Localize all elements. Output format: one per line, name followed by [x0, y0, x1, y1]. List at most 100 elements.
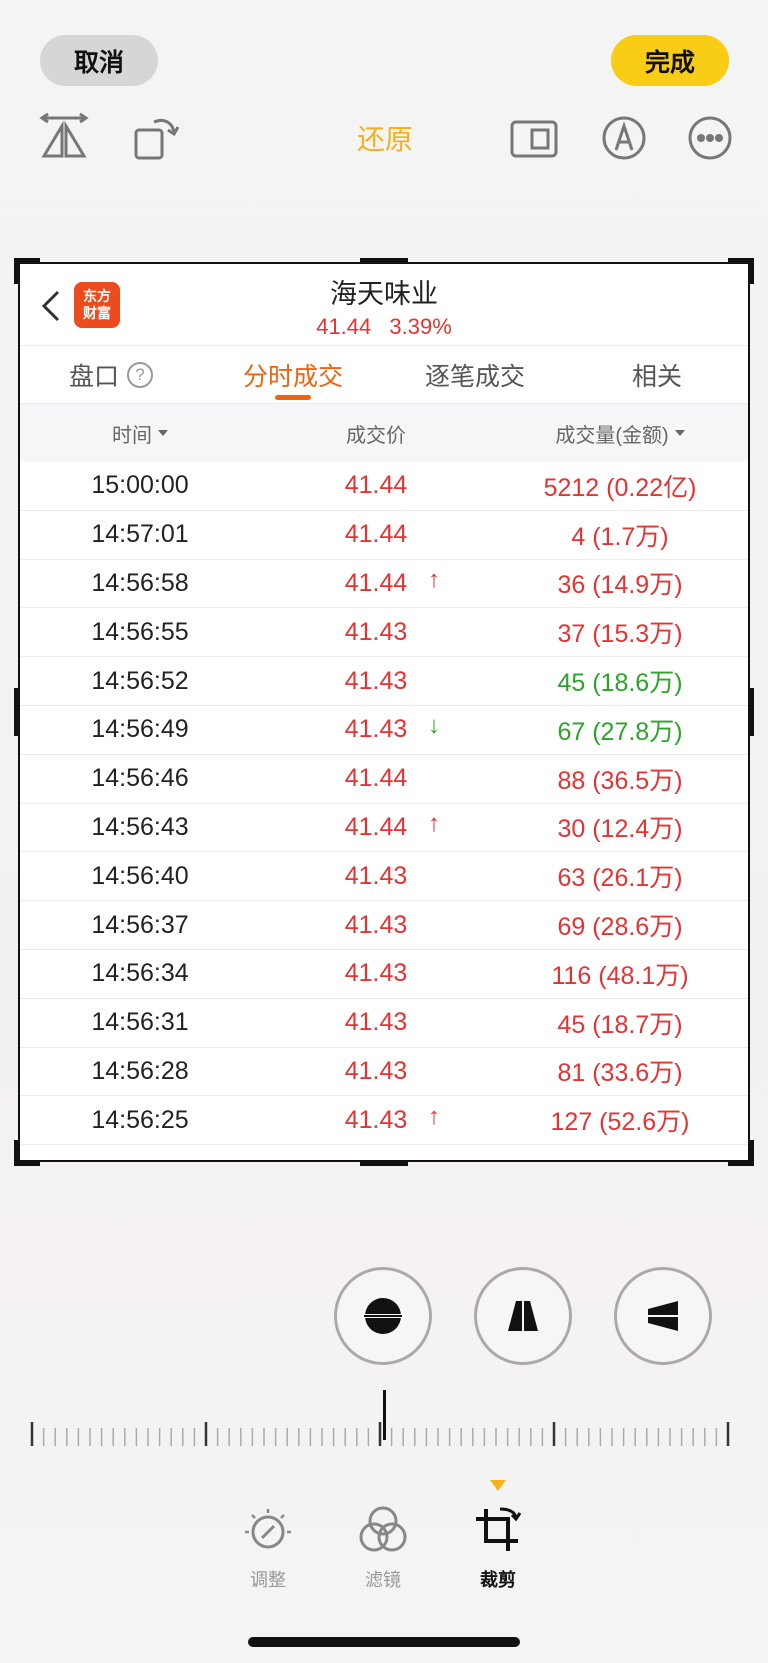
mode-filters[interactable]: 滤镜 [343, 1505, 423, 1592]
stock-price: 41.44 [316, 314, 372, 339]
trade-price: 41.43 [260, 1057, 492, 1086]
stock-name: 海天味业 [330, 279, 438, 309]
trade-time: 14:56:37 [91, 910, 189, 939]
trade-price: 41.44 ↑ [260, 566, 492, 598]
crop-rotate-icon [476, 1507, 522, 1551]
crop-handle-right[interactable] [748, 688, 754, 736]
trade-time: 14:56:52 [91, 666, 189, 695]
trade-volume: 5212 (0.22亿) [543, 473, 697, 502]
trade-price: 41.43 [260, 862, 492, 891]
mode-label: 裁剪 [480, 1570, 516, 1590]
trade-time: 14:56:31 [91, 1008, 189, 1037]
price-value: 41.43 [344, 617, 408, 646]
trade-price: 41.43 [260, 1008, 492, 1037]
price-value: 41.43 [344, 1008, 408, 1037]
more-options-icon[interactable] [684, 112, 736, 164]
flip-horizontal-icon[interactable] [38, 112, 90, 164]
header-volume[interactable]: 成交量(金额) [492, 419, 748, 448]
adjust-dial-icon [245, 1509, 291, 1549]
price-value: 41.43 [344, 666, 408, 695]
trade-time: 14:56:25 [91, 1105, 189, 1134]
tab-label: 逐笔成交 [424, 362, 525, 391]
table-row: 14:56:49 41.43 ↓ 67 (27.8万) [20, 706, 748, 755]
trade-volume: 30 (12.4万) [557, 815, 683, 844]
sort-caret-icon [674, 430, 685, 436]
crop-frame[interactable]: 东方 财富 海天味业 41.44 3.39% 盘口 ? 分时成交 逐笔成交 相关… [18, 262, 750, 1162]
tab-related[interactable]: 相关 [566, 346, 748, 403]
trade-price: 41.43 [260, 667, 492, 696]
table-row: 14:56:43 41.44 ↑ 30 (12.4万) [20, 804, 748, 853]
crop-handle-bottom-left[interactable] [14, 1140, 40, 1166]
price-value: 41.44 [344, 520, 408, 549]
header-time[interactable]: 时间 [20, 419, 260, 448]
horizontal-perspective-button[interactable] [614, 1267, 712, 1365]
tab-tick-trades[interactable]: 逐笔成交 [384, 346, 566, 403]
crop-handle-top-left[interactable] [14, 258, 40, 284]
crop-handle-top-right[interactable] [728, 258, 754, 284]
crop-handle-bottom-right[interactable] [728, 1140, 754, 1166]
home-indicator[interactable] [248, 1637, 520, 1647]
tab-label: 分时成交 [242, 362, 343, 391]
trade-volume: 45 (18.7万) [557, 1010, 683, 1039]
table-row: 14:56:52 41.43 45 (18.6万) [20, 657, 748, 706]
active-mode-marker [490, 1480, 506, 1491]
vertical-perspective-icon [508, 1295, 538, 1337]
straighten-icon [360, 1298, 406, 1334]
trade-volume: 36 (14.9万) [557, 571, 683, 600]
crop-handle-left[interactable] [14, 688, 20, 736]
price-value: 41.44 [344, 812, 408, 841]
trade-time: 14:56:34 [91, 959, 189, 988]
trade-volume: 45 (18.6万) [557, 669, 683, 698]
table-row: 14:56:31 41.43 45 (18.7万) [20, 999, 748, 1048]
trade-volume: 37 (15.3万) [557, 620, 683, 649]
price-value: 41.43 [344, 1105, 408, 1134]
trade-volume: 88 (36.5万) [557, 766, 683, 795]
crop-handle-bottom[interactable] [360, 1160, 408, 1166]
straighten-button[interactable] [334, 1267, 432, 1365]
table-row: 14:56:28 41.43 81 (33.6万) [20, 1048, 748, 1097]
trade-price: 41.43 [260, 618, 492, 647]
vertical-perspective-button[interactable] [474, 1267, 572, 1365]
stock-header: 东方 财富 海天味业 41.44 3.39% [20, 264, 748, 346]
table-row: 14:56:55 41.43 37 (15.3万) [20, 608, 748, 658]
rotate-icon[interactable] [130, 112, 182, 164]
stock-change-pct: 3.39% [389, 314, 452, 339]
price-value: 41.43 [344, 715, 408, 744]
trade-price: 41.44 [260, 471, 492, 500]
trade-time: 15:00:00 [91, 471, 189, 500]
tab-intraday-trades[interactable]: 分时成交 [202, 346, 384, 403]
cancel-button[interactable]: 取消 [40, 35, 158, 86]
restore-button[interactable]: 还原 [330, 118, 440, 158]
trade-time: 14:56:40 [91, 861, 189, 890]
tab-bar: 盘口 ? 分时成交 逐笔成交 相关 [20, 346, 748, 404]
mode-adjust[interactable]: 调整 [228, 1505, 308, 1592]
trade-list: 15:00:00 41.44 5212 (0.22亿) 14:57:01 41.44 4 … [20, 462, 748, 1146]
table-row: 14:56:46 41.44 88 (36.5万) [20, 755, 748, 804]
mode-crop[interactable]: 裁剪 [458, 1505, 538, 1592]
mode-label: 调整 [250, 1570, 286, 1590]
price-value: 41.44 [344, 568, 408, 597]
done-button[interactable]: 完成 [611, 35, 729, 86]
trade-time: 14:57:01 [91, 520, 189, 549]
header-label: 成交量(金额) [555, 424, 669, 447]
horizontal-perspective-icon [642, 1301, 684, 1331]
trade-volume: 69 (28.6万) [557, 913, 683, 942]
table-row: 14:56:58 41.44 ↑ 36 (14.9万) [20, 560, 748, 609]
table-row: 14:56:40 41.43 63 (26.1万) [20, 852, 748, 902]
table-row: 14:56:25 41.43 ↑ 127 (52.6万) [20, 1096, 748, 1146]
trade-time: 14:56:46 [91, 764, 189, 793]
stock-price-line: 41.44 3.39% [20, 314, 748, 340]
crop-handle-top[interactable] [360, 258, 408, 264]
trade-price: 41.43 [260, 959, 492, 988]
header-price: 成交价 [260, 419, 492, 448]
aspect-ratio-icon[interactable] [508, 112, 560, 164]
tab-order-book[interactable]: 盘口 ? [20, 346, 202, 403]
mode-label: 滤镜 [365, 1570, 401, 1590]
trade-price: 41.44 [260, 520, 492, 549]
markup-pen-icon[interactable] [598, 112, 650, 164]
trade-price: 41.43 ↑ [260, 1103, 492, 1135]
tab-label: 盘口 [68, 362, 119, 391]
help-icon[interactable]: ? [127, 361, 153, 388]
header-label: 时间 [112, 424, 152, 447]
trade-price: 41.43 ↓ [260, 712, 492, 744]
